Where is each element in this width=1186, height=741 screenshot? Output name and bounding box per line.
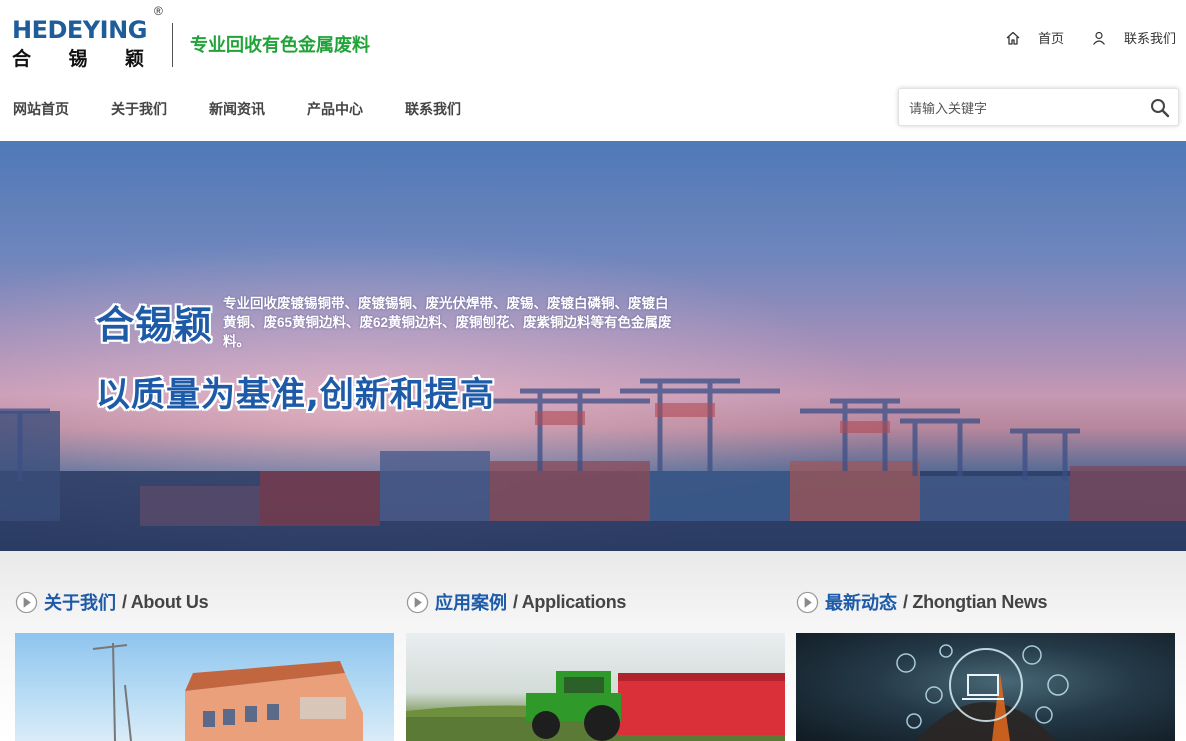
nav-item-products[interactable]: 产品中心 (307, 99, 363, 119)
circle-arrow-icon (406, 591, 429, 613)
main-nav: 网站首页 关于我们 新闻资讯 产品中心 联系我们 (13, 99, 503, 119)
nav-item-home[interactable]: 网站首页 (13, 99, 69, 119)
technology-icons-photo[interactable] (796, 633, 1175, 741)
section-applications: 应用案例 / Applications (406, 551, 786, 741)
hero-banner[interactable]: 合锡颖 专业回收废镀锡铜带、废镀锡铜、废光伏焊带、废锡、废镀白磷铜、废镀白黄铜、… (0, 141, 1186, 551)
search-box (898, 88, 1179, 126)
home-icon (1004, 29, 1022, 47)
site-header: HEDEYING ® 合 锡 颖 专业回收有色金属废料 首页 联系我们 网站首页… (0, 0, 1186, 141)
section-news-subtitle: / Zhongtian News (903, 591, 1048, 612)
section-about: 关于我们 / About Us (15, 551, 395, 741)
top-link-contact[interactable]: 联系我们 (1090, 28, 1176, 47)
section-news: 最新动态 / Zhongtian News (796, 551, 1176, 741)
search-icon[interactable] (1150, 98, 1170, 118)
search-input[interactable] (909, 98, 1139, 118)
circle-arrow-icon (796, 591, 819, 613)
banner-brand: 合锡颖 (96, 303, 214, 347)
home-sections: 关于我们 / About Us 应用案例 / Applications 最新动态… (0, 551, 1186, 741)
site-logo[interactable]: HEDEYING ® 合 锡 颖 (12, 4, 172, 72)
top-link-contact-label: 联系我们 (1123, 31, 1176, 46)
logo-divider (172, 23, 173, 67)
section-about-subtitle: / About Us (122, 591, 209, 612)
nav-item-contact[interactable]: 联系我们 (405, 99, 461, 119)
circle-arrow-icon (15, 591, 38, 613)
top-link-home[interactable]: 首页 (1004, 28, 1064, 47)
section-news-title: 最新动态 (825, 593, 897, 614)
section-applications-subtitle: / Applications (513, 591, 627, 612)
site-slogan: 专业回收有色金属废料 (190, 35, 370, 55)
nav-item-news[interactable]: 新闻资讯 (209, 99, 265, 119)
banner-tagline: 以质量为基准,创新和提高 (96, 375, 495, 415)
banner-description: 专业回收废镀锡铜带、废镀锡铜、废光伏焊带、废锡、废镀白磷铜、废镀白黄铜、废65黄… (223, 296, 672, 349)
logo-char-1: 合 (12, 48, 32, 70)
section-applications-title: 应用案例 (435, 593, 507, 614)
top-link-home-label: 首页 (1037, 31, 1064, 46)
logo-english-name: HEDEYING (12, 16, 147, 44)
logo-chinese-name: 合 锡 颖 (12, 44, 144, 71)
section-news-heading[interactable]: 最新动态 / Zhongtian News (796, 590, 1048, 614)
section-applications-heading[interactable]: 应用案例 / Applications (406, 590, 626, 614)
user-icon (1090, 29, 1108, 47)
registered-mark: ® (154, 4, 163, 18)
section-about-title: 关于我们 (44, 593, 116, 614)
factory-building-photo[interactable] (15, 633, 394, 741)
logo-char-2: 锡 (68, 48, 88, 70)
tractor-trailer-photo[interactable] (406, 633, 785, 741)
top-links: 首页 联系我们 (1004, 28, 1176, 47)
logo-char-3: 颖 (124, 48, 144, 70)
nav-item-about[interactable]: 关于我们 (111, 99, 167, 119)
section-about-heading[interactable]: 关于我们 / About Us (15, 590, 209, 614)
